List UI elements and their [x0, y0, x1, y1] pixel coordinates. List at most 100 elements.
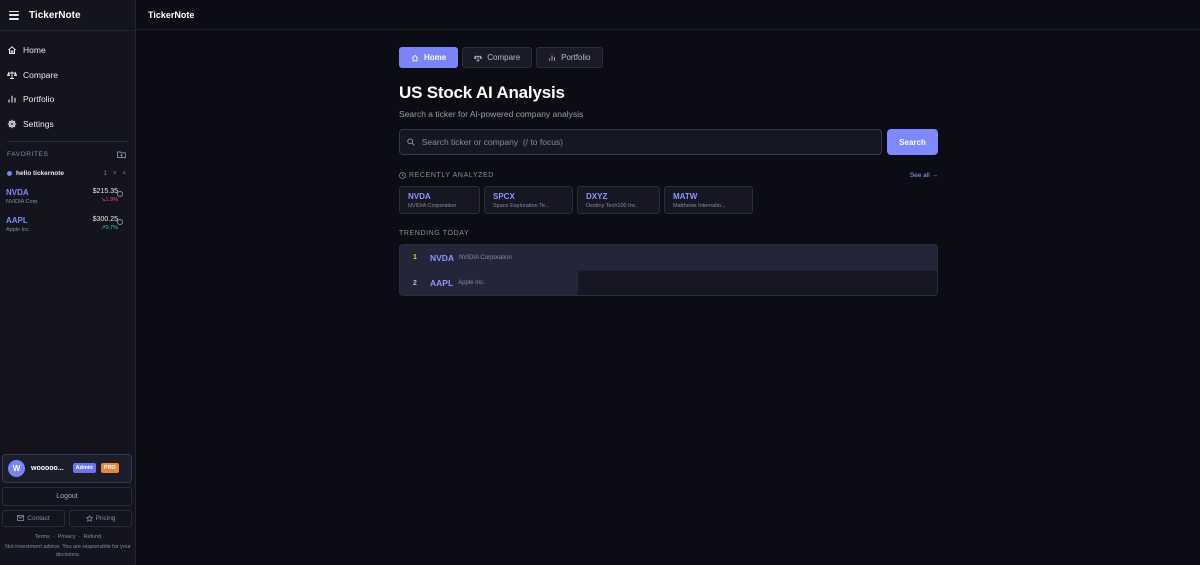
group-color-dot — [7, 171, 12, 176]
favorites-header: FAVORITES — [0, 142, 135, 158]
sidebar-header: TickerNote — [0, 0, 135, 31]
page-subtitle: Search a ticker for AI-powered company a… — [399, 109, 584, 119]
refund-link[interactable]: Refund — [83, 534, 101, 540]
recent-card[interactable]: MATW Matthews Internatio... — [664, 186, 753, 214]
search-box — [399, 129, 882, 155]
folder-add-icon[interactable] — [117, 151, 126, 158]
recent-ticker: DXYZ — [586, 192, 608, 201]
recent-ticker: MATW — [673, 192, 698, 201]
tab-compare[interactable]: Compare — [462, 47, 533, 68]
menu-icon[interactable] — [9, 10, 19, 20]
trending-label: TRENDING TODAY — [399, 230, 470, 237]
pricing-label: Pricing — [95, 514, 116, 522]
favorite-price: $300.25 — [92, 216, 118, 223]
user-name: wooooo... — [31, 464, 64, 472]
bar-chart-icon — [7, 94, 17, 104]
trending-list: 1 NVDA NVIDIA Corporation 2 AAPL Apple I… — [399, 244, 938, 296]
recent-card[interactable]: SPCX Space Exploration Te... — [484, 186, 573, 214]
search-input[interactable] — [421, 137, 881, 147]
trending-rank: 1 — [413, 254, 417, 261]
trending-row[interactable]: 2 AAPL Apple Inc. — [400, 270, 937, 295]
recent-header: RECENTLY ANALYZED See all → — [399, 172, 938, 179]
favorite-item-aapl[interactable]: AAPL Apple Inc $300.25 ↗0.7% — [0, 205, 135, 233]
favorite-ticker: NVDA — [6, 188, 29, 197]
main-content: Home Compare Portfolio US Stock AI Analy… — [399, 47, 938, 296]
tab-bar: Home Compare Portfolio — [399, 47, 938, 68]
recent-company: NVIDIA Corporation — [408, 203, 457, 209]
sidebar-item-settings[interactable]: Settings — [0, 112, 135, 137]
close-icon[interactable]: × — [122, 171, 126, 177]
contact-label: Contact — [27, 514, 50, 522]
star-icon — [85, 514, 93, 522]
terms-link[interactable]: Terms — [35, 534, 50, 540]
avatar: W — [8, 459, 25, 477]
sidebar-item-label: Compare — [23, 69, 58, 80]
search-icon — [407, 138, 415, 146]
circle-icon[interactable] — [117, 191, 123, 197]
sidebar-item-label: Home — [23, 45, 46, 56]
tab-label: Compare — [487, 53, 521, 62]
scale-icon — [7, 70, 17, 80]
search-row: Search — [399, 129, 938, 155]
recent-label-text: RECENTLY ANALYZED — [409, 172, 494, 179]
pro-badge: PRO — [100, 463, 119, 473]
recent-card[interactable]: DXYZ Destiny Tech100 Inc. — [577, 186, 660, 214]
favorite-item-nvda[interactable]: NVDA NVIDIA Corp $215.35 ↘1.9% — [0, 177, 135, 205]
recent-company: Matthews Internatio... — [673, 203, 726, 209]
search-button[interactable]: Search — [887, 129, 938, 155]
clock-icon — [399, 172, 406, 179]
separator: · — [78, 533, 81, 540]
home-icon — [411, 54, 419, 61]
recent-ticker: SPCX — [493, 192, 515, 201]
page-title: US Stock AI Analysis — [399, 83, 565, 102]
recent-company: Destiny Tech100 Inc. — [586, 203, 637, 209]
trending-company: NVIDIA Corporation — [459, 254, 512, 261]
tab-label: Home — [424, 53, 447, 62]
favorite-price: $215.35 — [92, 188, 118, 195]
tab-home[interactable]: Home — [399, 47, 459, 68]
recent-label: RECENTLY ANALYZED — [399, 172, 494, 179]
recent-list: NVDA NVIDIA Corporation SPCX Space Explo… — [399, 186, 938, 214]
group-name: hello tickernote — [16, 170, 65, 177]
recent-card[interactable]: NVDA NVIDIA Corporation — [399, 186, 480, 214]
admin-badge: Admin — [72, 463, 96, 473]
home-icon — [7, 45, 17, 55]
gear-icon — [7, 119, 17, 129]
trending-row[interactable]: 1 NVDA NVIDIA Corporation — [400, 245, 937, 270]
sidebar-item-portfolio[interactable]: Portfolio — [0, 87, 135, 112]
trending-rank: 2 — [413, 279, 417, 287]
circle-icon[interactable] — [117, 219, 123, 225]
mail-icon — [17, 515, 25, 521]
chevron-down-icon[interactable]: ˅ — [113, 171, 117, 177]
sidebar-item-compare[interactable]: Compare — [0, 63, 135, 88]
scale-icon — [474, 54, 483, 61]
app-title: TickerNote — [29, 9, 81, 21]
sidebar-nav: Home Compare Portfolio Settings — [0, 31, 135, 136]
sidebar-item-home[interactable]: Home — [0, 38, 135, 63]
favorite-group[interactable]: hello tickernote 1 ˅ × — [0, 158, 135, 177]
sidebar: TickerNote Home Compare Portfolio Settin… — [0, 0, 136, 565]
recent-ticker: NVDA — [408, 192, 431, 201]
see-all-link[interactable]: See all → — [910, 172, 938, 179]
favorite-company: Apple Inc — [6, 227, 29, 233]
tab-label: Portfolio — [561, 53, 591, 62]
pricing-button[interactable]: Pricing — [69, 509, 132, 527]
sidebar-item-label: Settings — [23, 118, 54, 129]
sidebar-footer: W wooooo... Admin PRO Logout Contact Pri… — [0, 453, 136, 565]
sidebar-item-label: Portfolio — [23, 94, 55, 105]
logout-button[interactable]: Logout — [2, 486, 132, 506]
favorite-change: ↘1.9% — [100, 197, 118, 203]
favorite-ticker: AAPL — [6, 216, 28, 225]
trending-ticker: AAPL — [430, 278, 454, 288]
privacy-link[interactable]: Privacy — [58, 534, 76, 540]
contact-button[interactable]: Contact — [2, 509, 65, 527]
favorites-label: FAVORITES — [7, 151, 49, 158]
group-count: 1 — [103, 170, 107, 177]
disclaimer: Not investment advice. You are responsib… — [5, 543, 131, 558]
topbar-title: TickerNote — [148, 9, 195, 20]
user-card[interactable]: W wooooo... Admin PRO — [2, 453, 132, 483]
bar-chart-icon — [549, 54, 555, 61]
separator: · — [52, 533, 55, 540]
tab-portfolio[interactable]: Portfolio — [536, 47, 603, 68]
trending-ticker: NVDA — [430, 252, 455, 263]
